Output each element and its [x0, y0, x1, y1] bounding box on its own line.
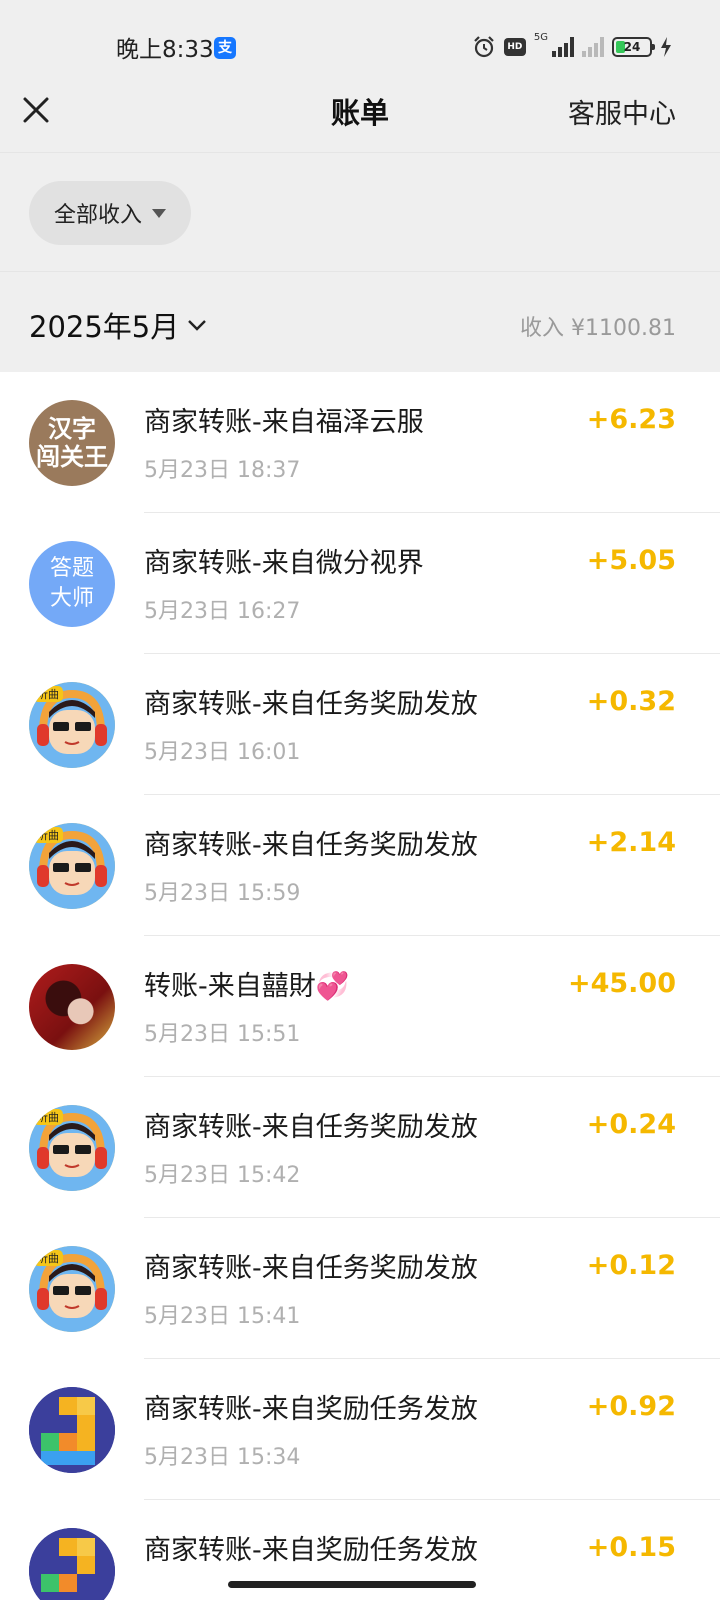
block-puzzle-avatar-icon: [29, 1528, 115, 1600]
photo-avatar-icon: [29, 964, 115, 1050]
svg-text:听曲: 听曲: [37, 1111, 59, 1124]
transaction-title: 转账-来自囍財💞: [144, 971, 350, 1002]
transaction-amount: +5.05: [586, 545, 676, 576]
network-type-label: 5G: [533, 32, 548, 43]
transaction-title: 商家转账-来自任务奖励发放: [144, 689, 478, 720]
chevron-down-icon: [188, 320, 207, 331]
status-time: 晚上8:33: [116, 37, 214, 63]
battery-level: 24: [623, 40, 641, 54]
transaction-row[interactable]: 听曲 商家转账-来自任务奖励发放 5月23日 15:59 +2.14: [0, 795, 720, 936]
hanzi-game-avatar-icon: 汉字 闯关王: [29, 400, 115, 486]
customer-service-link[interactable]: 客服中心: [568, 92, 676, 131]
transaction-row[interactable]: 商家转账-来自奖励任务发放 5月23日 15:34 +0.92: [0, 1359, 720, 1500]
navigation-bar: 账单 客服中心: [0, 70, 720, 150]
music-girl-avatar-icon: 听曲: [29, 682, 115, 768]
transaction-row[interactable]: 答题 大师 商家转账-来自微分视界 5月23日 16:27 +5.05: [0, 513, 720, 654]
transaction-row[interactable]: 听曲 商家转账-来自任务奖励发放 5月23日 16:01 +0.32: [0, 654, 720, 795]
transaction-list: 汉字 闯关王 商家转账-来自福泽云服 5月23日 18:37 +6.23 答题 …: [0, 372, 720, 1600]
transaction-amount: +45.00: [567, 968, 676, 999]
transaction-row[interactable]: 汉字 闯关王 商家转账-来自福泽云服 5月23日 18:37 +6.23: [0, 372, 720, 513]
transaction-title: 商家转账-来自任务奖励发放: [144, 1112, 478, 1143]
transaction-amount: +0.92: [586, 1391, 676, 1422]
block-puzzle-illustration: [29, 1528, 115, 1600]
transaction-amount: +6.23: [586, 404, 676, 435]
transaction-time: 5月23日 15:59: [144, 881, 301, 906]
music-girl-avatar-icon: 听曲: [29, 1105, 115, 1191]
income-filter-dropdown[interactable]: 全部收入: [29, 181, 191, 245]
transaction-amount: +2.14: [586, 827, 676, 858]
transaction-title: 商家转账-来自微分视界: [144, 548, 424, 579]
charging-icon: [661, 37, 671, 57]
transaction-amount: +0.24: [586, 1109, 676, 1140]
transaction-amount: +0.12: [586, 1250, 676, 1281]
transaction-time: 5月23日 15:41: [144, 1304, 301, 1329]
alarm-icon: [474, 36, 494, 58]
transaction-time: 5月23日 18:37: [144, 458, 301, 483]
svg-text:听曲: 听曲: [37, 688, 59, 701]
svg-text:听曲: 听曲: [37, 1252, 59, 1265]
month-label: 2025年5月: [29, 310, 180, 344]
transaction-title: 商家转账-来自奖励任务发放: [144, 1535, 478, 1566]
music-girl-illustration: 听曲: [29, 1105, 115, 1191]
transaction-time: 5月23日 15:42: [144, 1163, 301, 1188]
signal-strength-secondary-icon: [582, 37, 604, 57]
transaction-row[interactable]: 转账-来自囍財💞 5月23日 15:51 +45.00: [0, 936, 720, 1077]
music-girl-illustration: 听曲: [29, 823, 115, 909]
block-puzzle-avatar-icon: [29, 1387, 115, 1473]
transaction-row[interactable]: 听曲 商家转账-来自任务奖励发放 5月23日 15:42 +0.24: [0, 1077, 720, 1218]
music-girl-avatar-icon: 听曲: [29, 823, 115, 909]
transaction-time: 5月23日 16:01: [144, 740, 301, 765]
filter-bar: 全部收入: [0, 152, 720, 272]
music-girl-avatar-icon: 听曲: [29, 1246, 115, 1332]
transaction-title: 商家转账-来自福泽云服: [144, 407, 424, 438]
home-indicator[interactable]: [228, 1581, 476, 1588]
caret-down-icon: [152, 208, 166, 218]
transaction-time: 5月23日 15:51: [144, 1022, 301, 1047]
transaction-time: 5月23日 16:27: [144, 599, 301, 624]
alipay-icon: 支: [214, 37, 236, 59]
transaction-amount: +0.32: [586, 686, 676, 717]
block-puzzle-illustration: [29, 1387, 115, 1473]
music-girl-illustration: 听曲: [29, 682, 115, 768]
month-header: 2025年5月 收入 ¥1100.81: [0, 274, 720, 372]
svg-text:听曲: 听曲: [37, 829, 59, 842]
transaction-row[interactable]: 听曲 商家转账-来自任务奖励发放 5月23日 15:41 +0.12: [0, 1218, 720, 1359]
transaction-time: 5月23日 15:34: [144, 1445, 301, 1470]
filter-label: 全部收入: [53, 203, 142, 228]
transaction-title: 商家转账-来自奖励任务发放: [144, 1394, 478, 1425]
status-indicators: HD 5G 24: [472, 32, 672, 60]
transaction-title: 商家转账-来自任务奖励发放: [144, 1253, 478, 1284]
battery-icon: 24: [612, 37, 655, 57]
hd-voice-icon: HD: [503, 38, 526, 56]
month-selector[interactable]: 2025年5月: [29, 304, 207, 346]
signal-strength-icon: [552, 37, 574, 57]
transaction-title: 商家转账-来自任务奖励发放: [144, 830, 478, 861]
transaction-amount: +0.15: [586, 1532, 676, 1563]
month-income-total: 收入 ¥1100.81: [520, 316, 676, 341]
music-girl-illustration: 听曲: [29, 1246, 115, 1332]
quiz-master-avatar-icon: 答题 大师: [29, 541, 115, 627]
